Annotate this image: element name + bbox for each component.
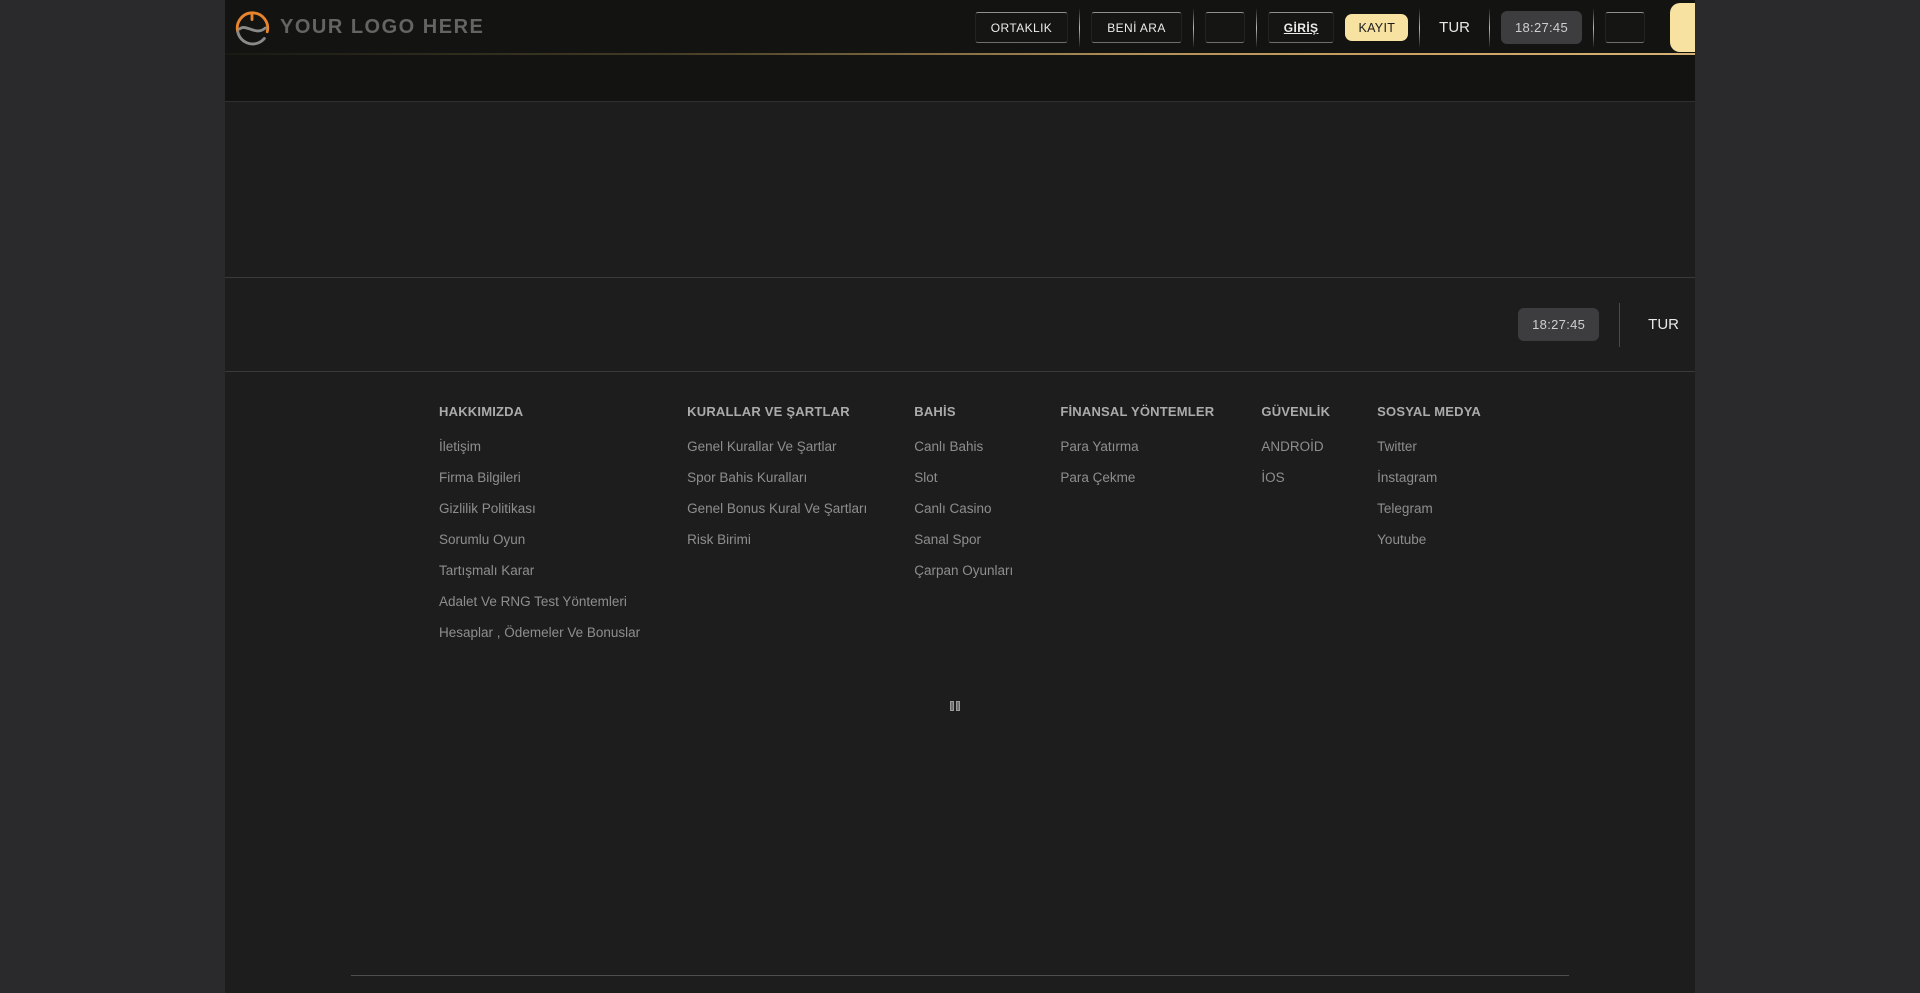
nav-separator bbox=[1419, 8, 1420, 48]
logo-text: YOUR LOGO HERE bbox=[280, 16, 484, 39]
footer-link[interactable]: Canlı Bahis bbox=[914, 440, 1013, 454]
footer-column-title: FİNANSAL YÖNTEMLER bbox=[1060, 404, 1214, 419]
footer-link[interactable]: Tartışmalı Karar bbox=[439, 564, 640, 578]
clock-badge: 18:27:45 bbox=[1518, 308, 1599, 341]
footer-link[interactable]: Youtube bbox=[1377, 533, 1481, 547]
clock-language-row: 18:27:45 TUR bbox=[225, 278, 1695, 372]
footer-bottom-divider bbox=[351, 975, 1569, 976]
language-selector[interactable]: TUR bbox=[1431, 19, 1478, 36]
ortaklik-label: ORTAKLIK bbox=[991, 21, 1052, 35]
sub-header-strip bbox=[225, 55, 1695, 102]
giris-label: GİRİŞ bbox=[1284, 21, 1319, 35]
footer-link[interactable]: Spor Bahis Kuralları bbox=[687, 471, 867, 485]
empty-nav-button[interactable] bbox=[1605, 12, 1645, 43]
clock-badge: 18:27:45 bbox=[1501, 11, 1582, 44]
footer-link[interactable]: Çarpan Oyunları bbox=[914, 564, 1013, 578]
footer-link[interactable]: İOS bbox=[1261, 471, 1330, 485]
empty-nav-button[interactable] bbox=[1205, 12, 1245, 43]
kayit-button[interactable]: KAYIT bbox=[1345, 14, 1408, 41]
gold-divider-line bbox=[225, 53, 1695, 55]
cutoff-promo-tab[interactable] bbox=[1670, 3, 1695, 52]
footer-column-title: KURALLAR VE ŞARTLAR bbox=[687, 404, 867, 419]
broken-image-icon bbox=[948, 700, 961, 712]
footer-link[interactable]: Genel Bonus Kural Ve Şartları bbox=[687, 502, 867, 516]
giris-button[interactable]: GİRİŞ bbox=[1268, 12, 1335, 43]
footer-link[interactable]: Sorumlu Oyun bbox=[439, 533, 640, 547]
footer-column: BAHİS Canlı Bahis Slot Canlı Casino Sanal Sp… bbox=[914, 404, 1013, 657]
footer-column: FİNANSAL YÖNTEMLER Para Yatırma Para Çekme bbox=[1060, 404, 1214, 657]
nav-separator bbox=[1593, 8, 1594, 48]
footer-link[interactable]: Sanal Spor bbox=[914, 533, 1013, 547]
footer-link[interactable]: Gizlilik Politikası bbox=[439, 502, 640, 516]
footer-column: GÜVENLİK ANDROİD İOS bbox=[1261, 404, 1330, 657]
footer-link[interactable]: Canlı Casino bbox=[914, 502, 1013, 516]
footer-link[interactable]: İletişim bbox=[439, 440, 640, 454]
footer-link[interactable]: Slot bbox=[914, 471, 1013, 485]
footer-link[interactable]: ANDROİD bbox=[1261, 440, 1330, 454]
site-logo[interactable]: YOUR LOGO HERE bbox=[233, 9, 484, 47]
swoosh-globe-icon bbox=[233, 9, 271, 47]
language-selector[interactable]: TUR bbox=[1640, 316, 1687, 333]
footer-link[interactable]: Telegram bbox=[1377, 502, 1481, 516]
footer-link[interactable]: İnstagram bbox=[1377, 471, 1481, 485]
nav-separator bbox=[1079, 8, 1080, 48]
footer: HAKKIMIZDA İletişim Firma Bilgileri Gizlili… bbox=[225, 372, 1695, 992]
ortaklik-button[interactable]: ORTAKLIK bbox=[975, 12, 1068, 43]
nav-separator bbox=[1256, 8, 1257, 48]
page-content: YOUR LOGO HERE ORTAKLIK BENİ ARA GİRİŞ K… bbox=[225, 0, 1695, 993]
footer-link[interactable]: Adalet Ve RNG Test Yöntemleri bbox=[439, 595, 640, 609]
beni-ara-button[interactable]: BENİ ARA bbox=[1091, 12, 1182, 43]
footer-link[interactable]: Para Yatırma bbox=[1060, 440, 1214, 454]
footer-columns: HAKKIMIZDA İletişim Firma Bilgileri Gizlili… bbox=[225, 372, 1695, 657]
footer-link[interactable]: Genel Kurallar Ve Şartlar bbox=[687, 440, 867, 454]
nav-separator bbox=[1489, 8, 1490, 48]
nav-separator bbox=[1193, 8, 1194, 48]
footer-link[interactable]: Twitter bbox=[1377, 440, 1481, 454]
footer-column-title: HAKKIMIZDA bbox=[439, 404, 640, 419]
footer-link[interactable]: Firma Bilgileri bbox=[439, 471, 640, 485]
kayit-label: KAYIT bbox=[1358, 21, 1395, 35]
footer-column: SOSYAL MEDYA Twitter İnstagram Telegram Yout… bbox=[1377, 404, 1481, 657]
empty-content-section bbox=[225, 102, 1695, 278]
row-separator bbox=[1619, 303, 1620, 347]
footer-link[interactable]: Risk Birimi bbox=[687, 533, 867, 547]
beni-ara-label: BENİ ARA bbox=[1107, 21, 1166, 35]
footer-column-title: BAHİS bbox=[914, 404, 1013, 419]
top-nav-items: ORTAKLIK BENİ ARA GİRİŞ KAYIT TUR 18:27:… bbox=[975, 0, 1695, 55]
footer-column: HAKKIMIZDA İletişim Firma Bilgileri Gizlili… bbox=[439, 404, 640, 657]
footer-column-title: SOSYAL MEDYA bbox=[1377, 404, 1481, 419]
footer-link[interactable]: Para Çekme bbox=[1060, 471, 1214, 485]
footer-link[interactable]: Hesaplar , Ödemeler Ve Bonuslar bbox=[439, 626, 640, 640]
top-nav-bar: YOUR LOGO HERE ORTAKLIK BENİ ARA GİRİŞ K… bbox=[225, 0, 1695, 55]
footer-column-title: GÜVENLİK bbox=[1261, 404, 1330, 419]
footer-column: KURALLAR VE ŞARTLAR Genel Kurallar Ve Şar… bbox=[687, 404, 867, 657]
